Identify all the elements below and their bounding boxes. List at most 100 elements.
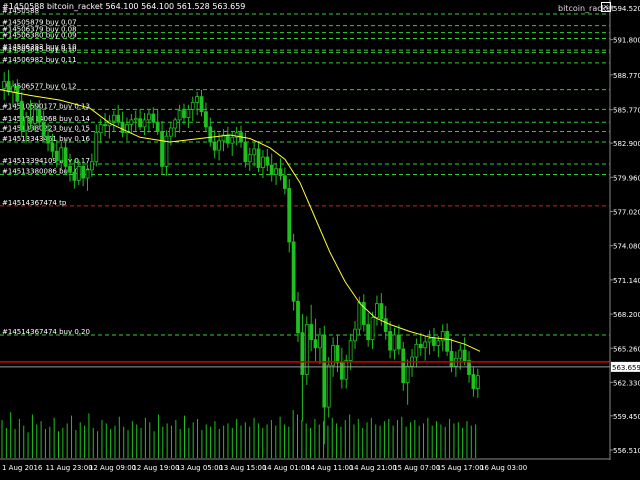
price-tick-label: 568.200 bbox=[613, 311, 640, 319]
candle-body bbox=[243, 141, 248, 163]
candle-body bbox=[261, 156, 265, 168]
candle-body bbox=[269, 164, 274, 175]
price-tick-label: 582.900 bbox=[613, 140, 640, 148]
candle-body bbox=[291, 241, 296, 302]
candle-body bbox=[59, 147, 64, 161]
candle-body bbox=[138, 118, 143, 128]
candle-body bbox=[436, 340, 441, 346]
candle-body bbox=[2, 81, 7, 89]
order-label: #14510590177 buy 0.13 bbox=[2, 102, 90, 110]
candle-body bbox=[458, 349, 463, 359]
candle-body bbox=[111, 114, 116, 122]
candle-body bbox=[353, 328, 357, 342]
time-tick-label: 14 Aug 11:00 bbox=[306, 464, 353, 472]
candle-body bbox=[440, 331, 445, 342]
candle-body bbox=[32, 109, 37, 124]
price-chart[interactable]: #1450588#14505879 buy 0.07#14506379 buy … bbox=[0, 0, 640, 480]
candle-body bbox=[68, 165, 72, 173]
candle-body bbox=[278, 168, 283, 177]
candle-body bbox=[388, 331, 393, 351]
time-tick-label: 11 Aug 23:00 bbox=[45, 464, 92, 472]
price-tick-label: 571.140 bbox=[613, 277, 640, 285]
price-tick-label: 577.020 bbox=[613, 208, 640, 216]
order-label: #14506380 buy 0.09 bbox=[2, 31, 77, 39]
price-tick-label: 556.510 bbox=[613, 447, 640, 455]
candle-body bbox=[173, 119, 178, 129]
price-tick-label: 594.520 bbox=[613, 5, 640, 13]
candle-body bbox=[155, 121, 160, 132]
candle-body bbox=[392, 334, 397, 351]
price-tick-label: 588.770 bbox=[613, 72, 640, 80]
price-tick-label: 559.450 bbox=[613, 413, 640, 421]
candle-body bbox=[147, 113, 151, 121]
chart-header: #1450588 bitcoin_racket 564.100 564.100 … bbox=[2, 2, 246, 11]
candle-body bbox=[370, 317, 375, 341]
candle-body bbox=[50, 142, 55, 152]
time-tick-label: 12 Aug 19:00 bbox=[132, 464, 179, 472]
candle-body bbox=[46, 135, 50, 144]
candle-body bbox=[357, 302, 362, 330]
price-tick-label: 574.080 bbox=[613, 243, 640, 251]
candle-body bbox=[133, 118, 138, 121]
candle-body bbox=[94, 132, 99, 163]
candle-body bbox=[103, 124, 107, 127]
candle-body bbox=[72, 171, 77, 181]
order-label: #14513380086 buy 0.18 bbox=[2, 168, 90, 176]
candle-body bbox=[76, 165, 81, 181]
time-tick-label: 16 Aug 03:00 bbox=[480, 464, 527, 472]
price-tick-label: 579.960 bbox=[613, 174, 640, 182]
candle-body bbox=[230, 136, 235, 144]
candle-body bbox=[168, 127, 173, 137]
candle-body bbox=[199, 96, 204, 113]
candle-body bbox=[318, 334, 322, 349]
candle-body bbox=[204, 111, 208, 128]
candle-body bbox=[418, 343, 423, 349]
candle-body bbox=[348, 340, 353, 361]
time-tick-label: 14 Aug 01:00 bbox=[263, 464, 310, 472]
candle-body bbox=[256, 148, 261, 168]
price-tick-label: 585.770 bbox=[613, 107, 640, 115]
candle-body bbox=[63, 147, 68, 167]
candle-body bbox=[15, 85, 20, 102]
candle-body bbox=[120, 121, 125, 134]
candle-body bbox=[449, 350, 454, 367]
candle-body bbox=[208, 126, 213, 143]
candle-body bbox=[309, 324, 314, 341]
candle-body bbox=[379, 303, 384, 320]
chart-background bbox=[0, 0, 640, 480]
candle-body bbox=[339, 362, 344, 380]
time-tick-label: 15 Aug 17:00 bbox=[437, 464, 484, 472]
order-label: #14513380223 buy 0.15 bbox=[2, 124, 90, 132]
candle-body bbox=[335, 345, 340, 364]
candle-body bbox=[375, 303, 379, 318]
candle-body bbox=[366, 324, 371, 341]
candle-body bbox=[274, 168, 278, 175]
candle-body bbox=[282, 175, 287, 189]
order-label: #14506982 buy 0.11 bbox=[2, 56, 77, 64]
price-tick-label: 565.260 bbox=[613, 345, 640, 353]
candle-body bbox=[432, 338, 436, 346]
time-tick-label: 14 Aug 21:00 bbox=[350, 464, 397, 472]
price-tick-label: 562.330 bbox=[613, 379, 640, 387]
candle-body bbox=[6, 81, 11, 93]
candle-body bbox=[287, 188, 292, 243]
candle-body bbox=[326, 364, 331, 408]
candle-body bbox=[471, 374, 476, 389]
time-tick-label: 13 Aug 05:00 bbox=[176, 464, 223, 472]
candle-body bbox=[427, 338, 432, 343]
candle-body bbox=[129, 119, 134, 125]
candle-body bbox=[475, 375, 480, 389]
candle-body bbox=[467, 360, 471, 375]
candle-body bbox=[300, 332, 305, 375]
candle-body bbox=[247, 154, 252, 163]
candle-body bbox=[54, 150, 59, 161]
candle-body bbox=[265, 156, 270, 166]
candle-body bbox=[164, 135, 169, 167]
candle-body bbox=[401, 348, 406, 384]
indicator-watermark: bitcoin_racket bbox=[558, 4, 615, 13]
candle-body bbox=[116, 114, 121, 123]
candle-body bbox=[37, 109, 42, 123]
candle-body bbox=[344, 360, 349, 380]
candle-body bbox=[19, 100, 24, 131]
candle-body bbox=[28, 117, 33, 124]
